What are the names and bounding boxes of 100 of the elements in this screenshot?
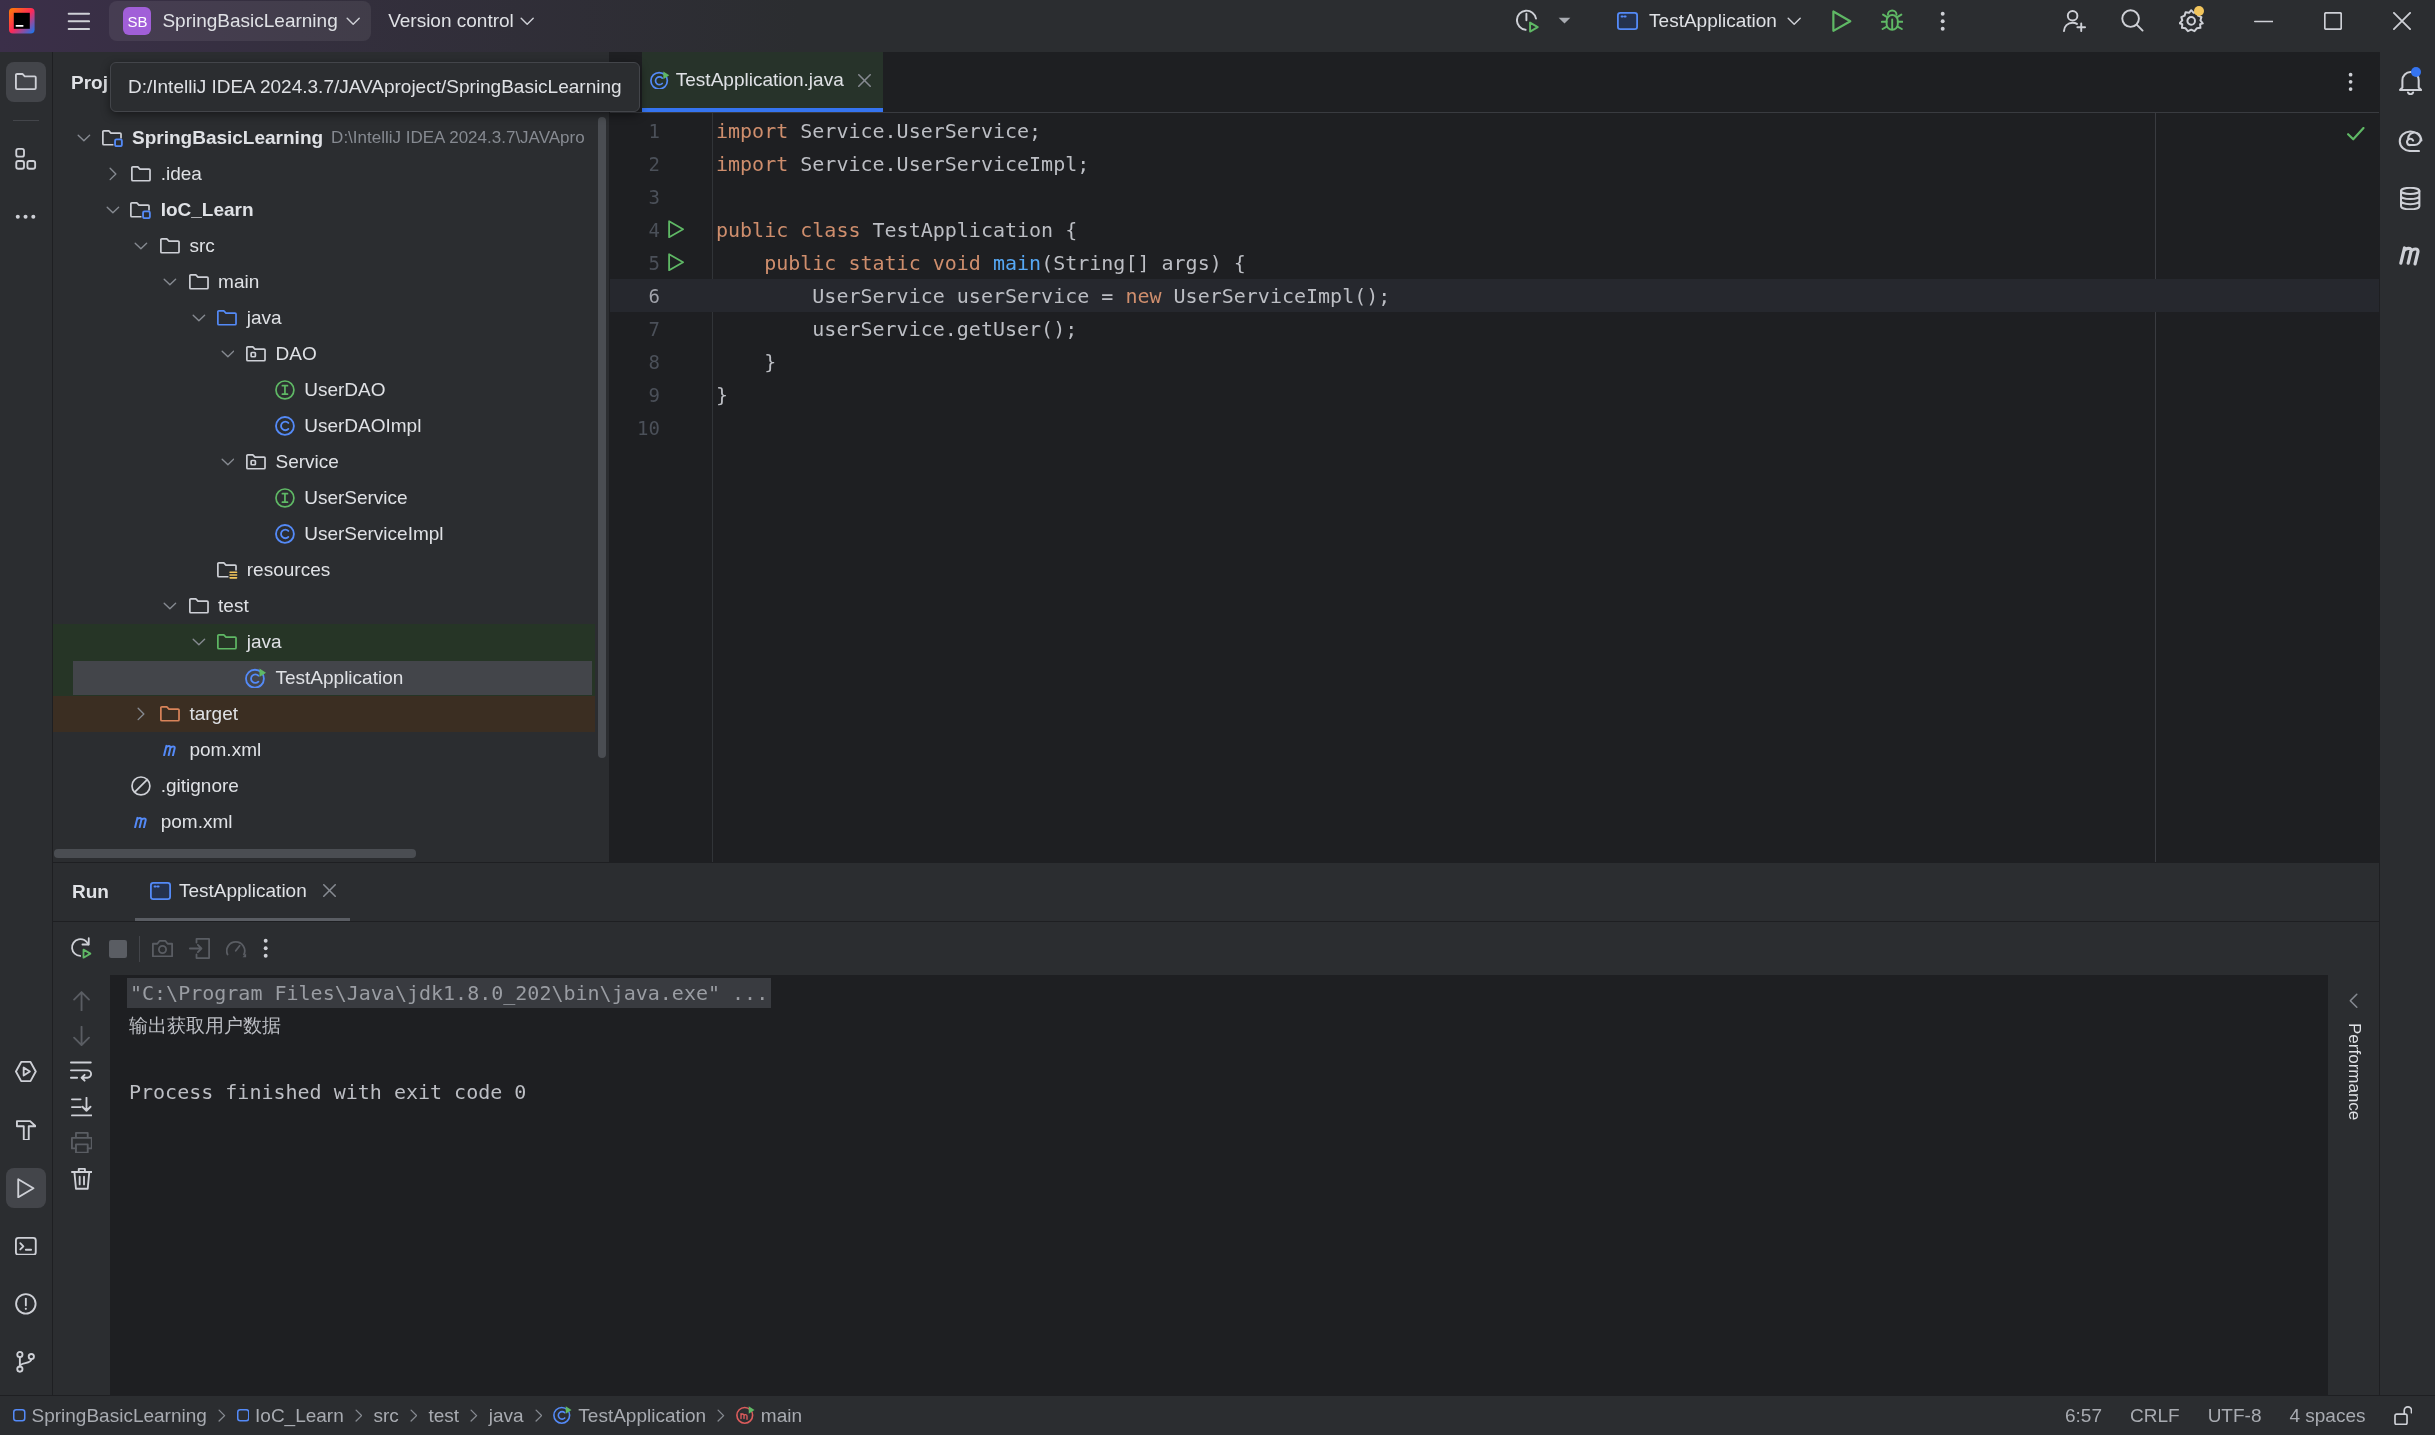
tree-item[interactable]: UserDAO bbox=[53, 372, 595, 408]
chevron-down-icon[interactable] bbox=[191, 314, 206, 322]
more-icon bbox=[15, 214, 37, 220]
clock-play-icon[interactable] bbox=[1516, 9, 1541, 33]
chevron-down-icon bbox=[345, 16, 361, 26]
close-icon[interactable] bbox=[322, 884, 336, 897]
folder-icon bbox=[15, 73, 37, 91]
soft-wrap-icon[interactable] bbox=[70, 1061, 93, 1083]
scrollbar-thumb[interactable] bbox=[598, 117, 606, 758]
rerun-icon[interactable] bbox=[70, 937, 93, 960]
close-icon[interactable] bbox=[857, 73, 871, 87]
tool-window-button[interactable] bbox=[6, 62, 46, 102]
status-item[interactable]: UTF-8 bbox=[2207, 1404, 2262, 1427]
run-config-widget[interactable]: TestApplication bbox=[1617, 1, 1802, 41]
dropdown-arrow-icon[interactable] bbox=[1558, 17, 1572, 25]
side-panel-tab[interactable]: Performance bbox=[2343, 1022, 2364, 1120]
tree-item[interactable]: main bbox=[53, 264, 595, 300]
tree-item[interactable]: java bbox=[53, 624, 595, 660]
chevron-down-icon[interactable] bbox=[220, 350, 235, 358]
chevron-down-icon[interactable] bbox=[163, 602, 177, 610]
breadcrumb[interactable]: java bbox=[488, 1404, 524, 1427]
chevron-down-icon[interactable] bbox=[105, 206, 120, 214]
tree-item[interactable]: SpringBasicLearning D:\IntelliJ IDEA 2024.3.7\JAVApro bbox=[53, 120, 595, 156]
tree-item[interactable]: UserDAOImpl bbox=[53, 408, 595, 444]
runnable-class-icon bbox=[650, 70, 670, 90]
tree-item[interactable]: DAO bbox=[53, 336, 595, 372]
breadcrumb[interactable]: SpringBasicLearning bbox=[13, 1404, 207, 1427]
play-icon[interactable] bbox=[668, 220, 685, 239]
chevron-down-icon[interactable] bbox=[134, 242, 149, 250]
tree-item[interactable]: test bbox=[53, 588, 595, 624]
breadcrumb[interactable]: main bbox=[735, 1404, 802, 1427]
chevron-right-icon[interactable] bbox=[108, 167, 117, 181]
m-logo-icon bbox=[134, 815, 149, 829]
play-icon bbox=[17, 1177, 35, 1199]
tree-item[interactable]: src bbox=[53, 228, 595, 264]
code-line: import Service.UserServiceImpl; bbox=[715, 151, 1090, 176]
tree-item[interactable]: Service bbox=[53, 444, 595, 480]
scrollbar-thumb[interactable] bbox=[54, 849, 416, 858]
bell-icon[interactable] bbox=[2398, 70, 2423, 95]
app-logo-icon[interactable] bbox=[9, 8, 35, 34]
settings-icon[interactable] bbox=[2179, 9, 2204, 33]
more-icon[interactable] bbox=[1940, 10, 1946, 32]
tree-item[interactable]: IoC_Learn bbox=[53, 192, 595, 228]
tree-item[interactable]: java bbox=[53, 300, 595, 336]
scroll-to-end-icon[interactable] bbox=[70, 1097, 93, 1117]
minimize-icon[interactable] bbox=[2253, 19, 2273, 23]
search-icon[interactable] bbox=[2120, 9, 2145, 33]
tree-item[interactable]: pom.xml bbox=[53, 804, 595, 840]
editor-tab[interactable]: TestApplication.java bbox=[642, 52, 883, 112]
breadcrumb[interactable]: test bbox=[428, 1404, 460, 1427]
tool-window-button[interactable] bbox=[6, 1168, 46, 1208]
play-icon[interactable] bbox=[668, 253, 685, 272]
chevron-left-icon[interactable] bbox=[2348, 993, 2359, 1009]
more-icon[interactable] bbox=[2347, 72, 2353, 92]
tree-item[interactable]: target bbox=[53, 696, 595, 732]
play-icon[interactable] bbox=[1832, 9, 1852, 33]
menu-icon[interactable] bbox=[66, 11, 91, 31]
chevron-down-icon[interactable] bbox=[163, 278, 177, 286]
breadcrumb[interactable]: TestApplication bbox=[553, 1404, 707, 1427]
chevron-right-icon bbox=[354, 1408, 363, 1423]
slashed-circle-icon bbox=[131, 776, 152, 796]
trash-icon[interactable] bbox=[70, 1168, 93, 1191]
runnable-class-icon bbox=[245, 667, 267, 689]
chevron-right-icon[interactable] bbox=[137, 707, 146, 721]
tree-item[interactable]: resources bbox=[53, 552, 595, 588]
status-item[interactable]: 6:57 bbox=[2065, 1404, 2102, 1427]
tree-item[interactable]: pom.xml bbox=[53, 732, 595, 768]
status-item[interactable]: CRLF bbox=[2130, 1404, 2180, 1427]
spiral-icon[interactable] bbox=[2398, 129, 2423, 152]
add-user-icon[interactable] bbox=[2062, 9, 2086, 33]
folder-icon bbox=[131, 166, 152, 182]
close-icon[interactable] bbox=[2393, 12, 2411, 30]
chevron-right-icon bbox=[470, 1408, 478, 1423]
tree-item[interactable]: UserService bbox=[53, 480, 595, 516]
more-icon[interactable] bbox=[262, 938, 268, 959]
chevron-down-icon[interactable] bbox=[191, 638, 206, 646]
tree-item[interactable]: .idea bbox=[53, 156, 595, 192]
maximize-icon[interactable] bbox=[2324, 12, 2342, 30]
module-folder-icon bbox=[101, 129, 124, 147]
panel-title: Run bbox=[72, 881, 109, 903]
database-icon[interactable] bbox=[2400, 186, 2421, 211]
m-logo-icon[interactable] bbox=[2399, 245, 2422, 267]
vcs-widget[interactable]: Version control bbox=[388, 1, 535, 41]
chevron-down-icon[interactable] bbox=[77, 134, 91, 142]
bug-icon[interactable] bbox=[1880, 9, 1904, 33]
padlock-icon[interactable] bbox=[2393, 1405, 2412, 1426]
tree-item[interactable]: .gitignore bbox=[53, 768, 595, 804]
chevron-down-icon[interactable] bbox=[220, 458, 235, 466]
chevron-right-icon bbox=[534, 1408, 543, 1423]
tree-item[interactable]: UserServiceImpl bbox=[53, 516, 595, 552]
m-logo-icon bbox=[162, 743, 177, 757]
project-badge: SB bbox=[123, 7, 152, 35]
status-item[interactable]: 4 spaces bbox=[2289, 1404, 2366, 1427]
package-folder-icon bbox=[246, 346, 266, 362]
interface-icon bbox=[274, 380, 295, 400]
breadcrumb[interactable]: IoC_Learn bbox=[236, 1404, 344, 1427]
run-tab[interactable]: TestApplication bbox=[134, 863, 350, 921]
breadcrumb[interactable]: src bbox=[373, 1404, 399, 1427]
tree-item[interactable]: TestApplication bbox=[53, 660, 595, 696]
project-widget[interactable]: SB SpringBasicLearning bbox=[109, 1, 372, 41]
